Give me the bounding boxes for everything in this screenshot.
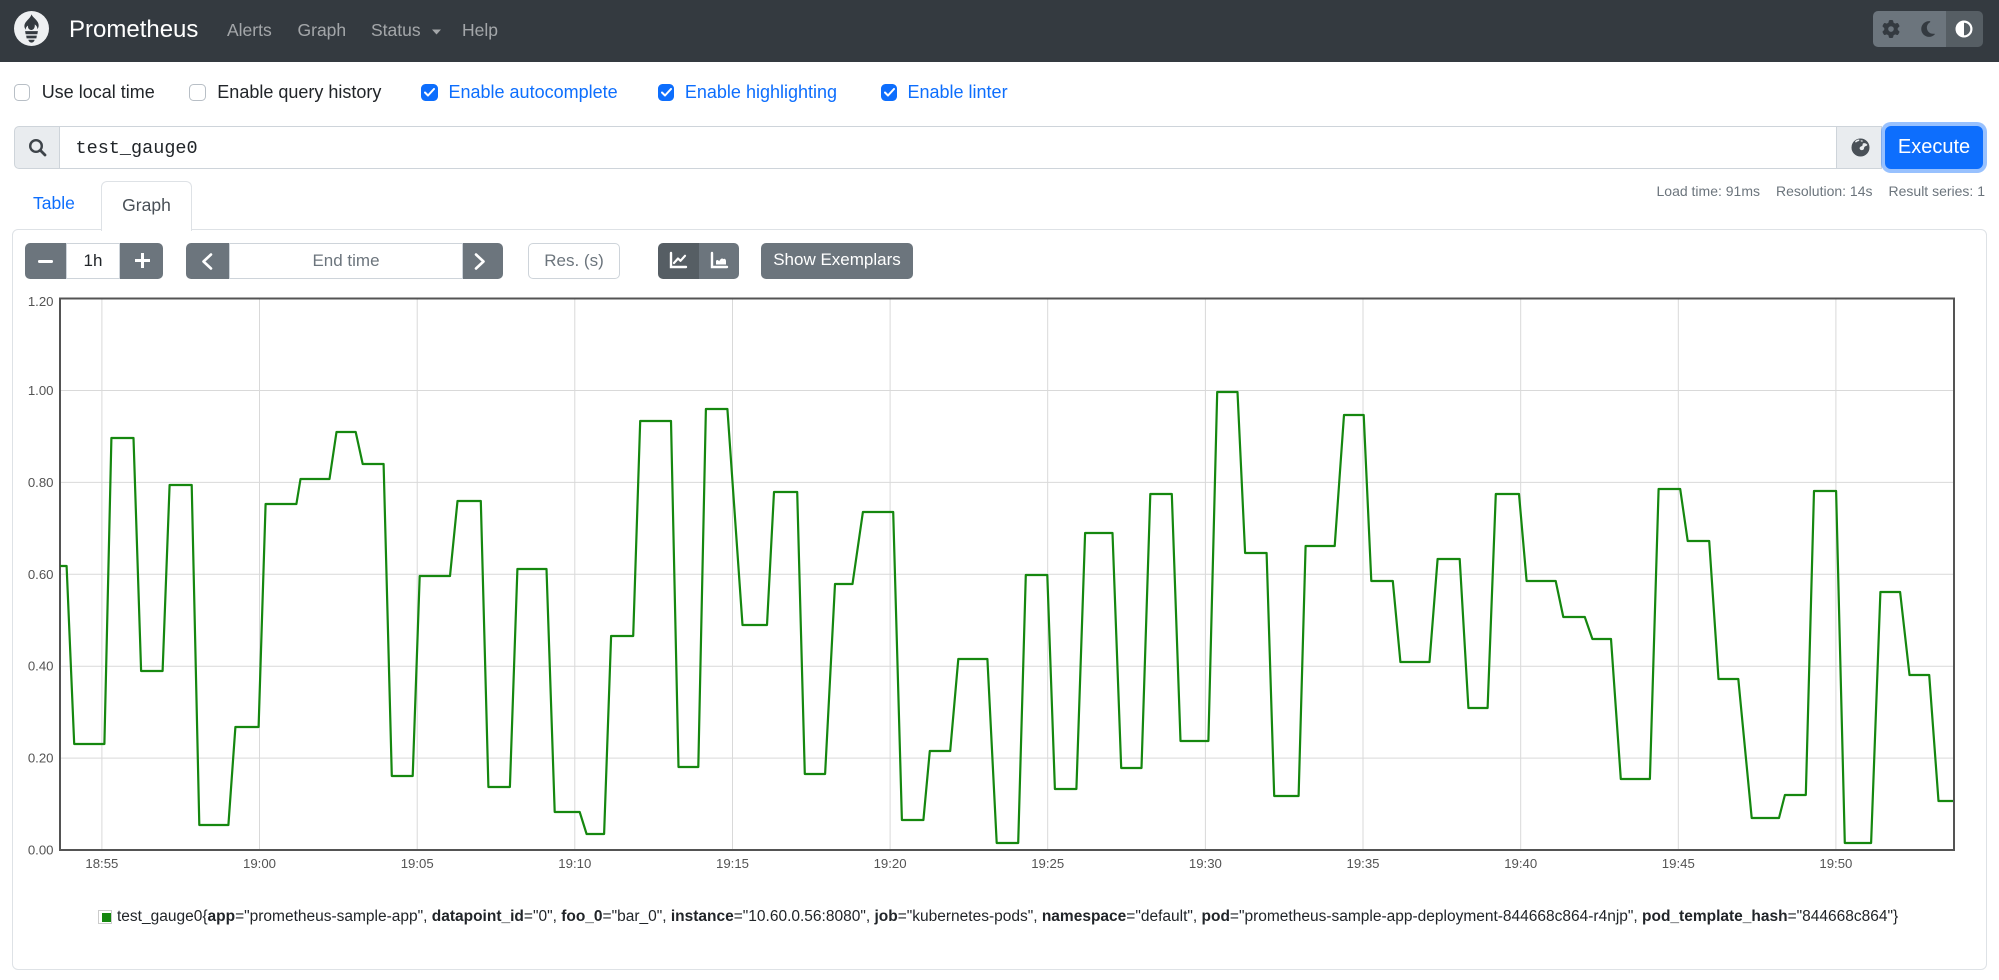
svg-text:1.20: 1.20: [28, 294, 54, 309]
svg-text:1.00: 1.00: [28, 383, 54, 398]
svg-text:19:10: 19:10: [558, 856, 591, 871]
svg-text:18:55: 18:55: [85, 856, 118, 871]
svg-text:0.00: 0.00: [28, 843, 54, 858]
svg-text:19:30: 19:30: [1189, 856, 1222, 871]
svg-text:19:05: 19:05: [401, 856, 434, 871]
svg-text:0.40: 0.40: [28, 659, 54, 674]
svg-text:19:40: 19:40: [1504, 856, 1537, 871]
svg-text:0.60: 0.60: [28, 567, 54, 582]
svg-text:19:20: 19:20: [874, 856, 907, 871]
svg-text:19:35: 19:35: [1346, 856, 1379, 871]
svg-text:0.20: 0.20: [28, 751, 54, 766]
svg-text:19:50: 19:50: [1819, 856, 1852, 871]
svg-text:19:45: 19:45: [1662, 856, 1695, 871]
svg-text:0.80: 0.80: [28, 475, 54, 490]
svg-text:19:25: 19:25: [1031, 856, 1064, 871]
svg-text:19:15: 19:15: [716, 856, 749, 871]
svg-text:19:00: 19:00: [243, 856, 276, 871]
